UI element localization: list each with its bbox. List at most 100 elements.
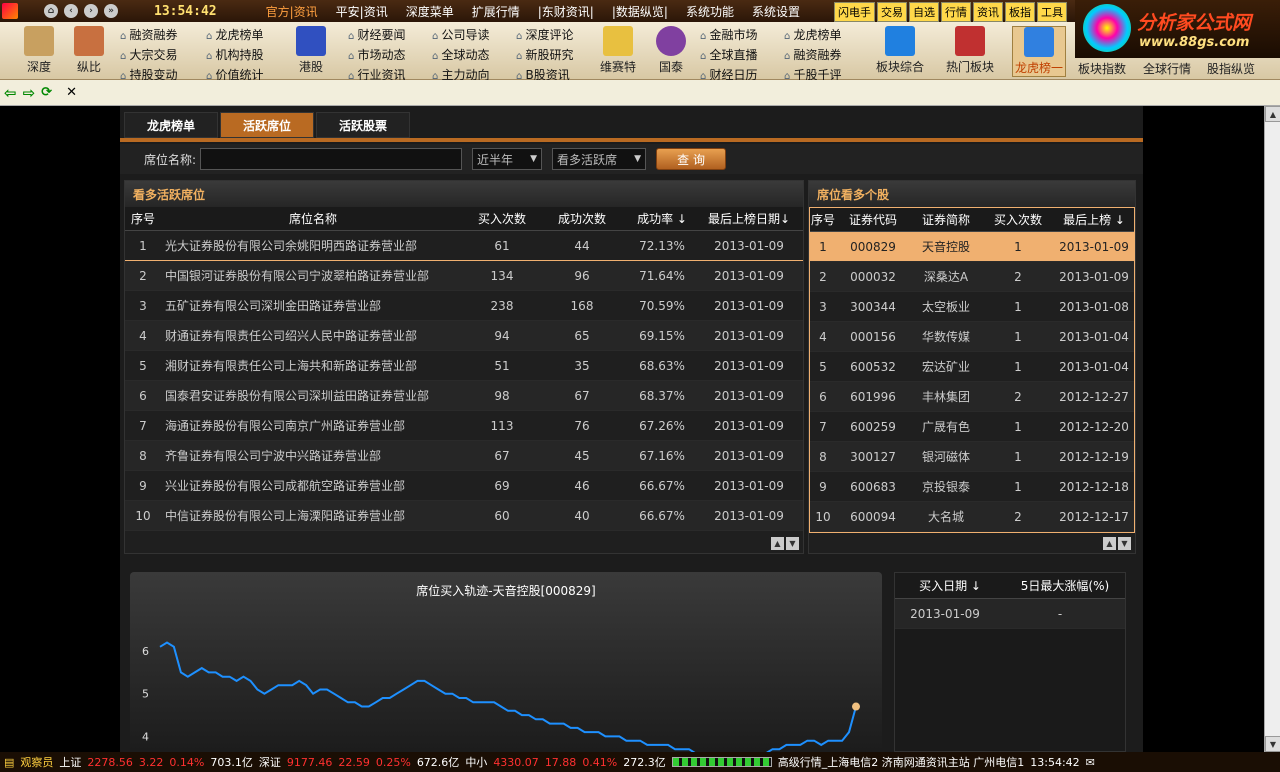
cell: 1 xyxy=(1014,299,1022,314)
cell: 9 xyxy=(819,479,827,494)
cell: 000032 xyxy=(850,269,896,284)
tool-vsat[interactable]: 维赛特 xyxy=(600,26,636,75)
scroll-up-icon[interactable]: ▲ xyxy=(771,537,784,550)
active-seats-header: 序号 席位名称 买入次数 成功次数 成功率 ↓ 最后上榜日期↓ xyxy=(125,207,803,231)
scroll-down-icon[interactable]: ▼ xyxy=(786,537,799,550)
seat-name-input[interactable] xyxy=(200,148,463,170)
menu-item[interactable]: 扩展行情 xyxy=(463,3,529,20)
status-time: 13:54:42 xyxy=(1030,755,1080,769)
zx-amount: 272.3亿 xyxy=(623,756,666,769)
period-select[interactable]: 近半年 xyxy=(472,148,543,170)
back-arrow-icon[interactable]: ⇦ xyxy=(4,84,17,102)
cell: 134 xyxy=(490,268,514,283)
buy-record-table: 买入日期 ↓ 5日最大涨幅(%) 2013-01-09 - xyxy=(894,572,1126,752)
table-row[interactable]: 6 601996 丰林集团 2 2012-12-27 xyxy=(810,382,1134,412)
quick-button[interactable]: 闪电手 xyxy=(834,2,875,22)
quick-button[interactable]: 工具 xyxy=(1037,2,1067,22)
last-point-marker[interactable] xyxy=(852,702,860,711)
tool-dragon-tiger[interactable]: 龙虎榜一 xyxy=(1012,26,1067,77)
depth-icon xyxy=(24,26,54,56)
scroll-down-icon[interactable]: ▼ xyxy=(1118,537,1131,550)
table-row[interactable]: 10 600094 大名城 2 2012-12-17 xyxy=(810,502,1134,532)
table-row[interactable]: 3 300344 太空板业 1 2013-01-08 xyxy=(810,292,1134,322)
menu-item[interactable]: 系统设置 xyxy=(743,3,809,20)
cell: 2013-01-09 xyxy=(714,298,784,313)
menu-item[interactable]: 平安|资讯 xyxy=(327,3,397,20)
table-row[interactable]: 7 600259 广晟有色 1 2012-12-20 xyxy=(810,412,1134,442)
quick-button[interactable]: 交易 xyxy=(877,2,907,22)
table-row[interactable]: 8 齐鲁证券有限公司宁波中兴路证券营业部 67 45 67.16% 2013-01-09 xyxy=(125,441,803,471)
close-icon[interactable]: ✕ xyxy=(66,85,77,100)
table-row[interactable]: 5 600532 宏达矿业 1 2013-01-04 xyxy=(810,352,1134,382)
app-icon[interactable] xyxy=(2,3,18,19)
filter-bar: 席位名称: 近半年 看多活跃席 查 询 xyxy=(120,144,1143,174)
tool-guotai[interactable]: 国泰 xyxy=(656,26,686,75)
observer-icon[interactable]: ▤ xyxy=(4,756,14,769)
table-row[interactable]: 7 海通证券股份有限公司南京广州路证券营业部 113 76 67.26% 2013-01-… xyxy=(125,411,803,441)
quick-button[interactable]: 资讯 xyxy=(973,2,1003,22)
tool-hk[interactable]: 港股 xyxy=(296,26,326,75)
tool-sector-general[interactable]: 板块综合 xyxy=(876,26,924,75)
mail-icon[interactable]: ✉ xyxy=(1086,756,1095,769)
home-icon[interactable]: ⌂ xyxy=(44,4,58,18)
cell: 2013-01-09 xyxy=(1059,269,1129,284)
table-row[interactable]: 9 600683 京投银泰 1 2012-12-18 xyxy=(810,472,1134,502)
table-row[interactable]: 2 000032 深桑达A 2 2013-01-09 xyxy=(810,262,1134,292)
mode-select[interactable]: 看多活跃席 xyxy=(552,148,647,170)
menu-item[interactable]: |东财资讯| xyxy=(529,3,603,20)
cell: 69.15% xyxy=(639,328,685,343)
tab-dragon-list[interactable]: 龙虎榜单 xyxy=(124,112,218,138)
quick-button[interactable]: 自选 xyxy=(909,2,939,22)
quick-button[interactable]: 行情 xyxy=(941,2,971,22)
table-row[interactable]: 8 300127 银河磁体 1 2012-12-19 xyxy=(810,442,1134,472)
tool-hot-sector[interactable]: 热门板块 xyxy=(946,26,994,75)
toolbar-list: 龙虎榜单机构持股价值统计 xyxy=(206,26,264,86)
scroll-down-icon[interactable]: ▼ xyxy=(1265,736,1280,752)
scroll-up-icon[interactable]: ▲ xyxy=(1265,106,1280,122)
market-meter xyxy=(671,757,772,767)
more-icon[interactable]: » xyxy=(104,4,118,18)
cell: 五矿证券有限公司深圳金田路证券营业部 xyxy=(165,299,382,313)
query-button[interactable]: 查 询 xyxy=(656,148,727,170)
toolbar-list: 公司导读全球动态主力动向 xyxy=(432,26,490,86)
tab-active-seats[interactable]: 活跃席位 xyxy=(220,112,314,138)
forward-arrow-icon[interactable]: ⇨ xyxy=(23,84,36,102)
main-area: 龙虎榜单 活跃席位 活跃股票 席位名称: 近半年 看多活跃席 查 询 看多活跃席… xyxy=(0,106,1264,752)
table-row[interactable]: 6 国泰君安证券股份有限公司深圳益田路证券营业部 98 67 68.37% 2013-01… xyxy=(125,381,803,411)
cell: 600259 xyxy=(850,419,896,434)
table-row[interactable]: 1 光大证券股份有限公司余姚阳明西路证券营业部 61 44 72.13% 2013-01-… xyxy=(125,231,803,261)
quick-button[interactable]: 板指 xyxy=(1005,2,1035,22)
table-row[interactable]: 1 000829 天音控股 1 2013-01-09 xyxy=(810,232,1134,262)
scroll-up-icon[interactable]: ▲ xyxy=(1103,537,1116,550)
table-row[interactable]: 9 兴业证券股份有限公司成都航空路证券营业部 69 46 66.67% 2013-01-0… xyxy=(125,471,803,501)
table-row[interactable]: 3 五矿证券有限公司深圳金田路证券营业部 238 168 70.59% 2013-01-0… xyxy=(125,291,803,321)
cell: 168 xyxy=(570,298,594,313)
server-info[interactable]: 高级行情_上海电信2 济南网通资讯主站 广州电信1 xyxy=(778,754,1025,770)
table-row[interactable]: 10 中信证券股份有限公司上海溧阳路证券营业部 60 40 66.67% 2013-01-… xyxy=(125,501,803,531)
tool-sector-index[interactable]: 板块指数 xyxy=(1078,60,1126,77)
forward-icon[interactable]: › xyxy=(84,4,98,18)
table-row[interactable]: 2 中国银河证券股份有限公司宁波翠柏路证券营业部 134 96 71.64% 2013-0… xyxy=(125,261,803,291)
cell: 35 xyxy=(574,358,590,373)
menu-item[interactable]: 系统功能 xyxy=(677,3,743,20)
tabs: 龙虎榜单 活跃席位 活跃股票 xyxy=(124,112,410,138)
tool-global[interactable]: 全球行情 xyxy=(1143,60,1191,77)
tab-active-stocks[interactable]: 活跃股票 xyxy=(316,112,410,138)
observer-label[interactable]: 观察员 xyxy=(20,754,53,770)
vertical-scrollbar[interactable]: ▲ ▼ xyxy=(1264,106,1280,752)
tool-compare[interactable]: 纵比 xyxy=(74,26,104,75)
refresh-icon[interactable]: ⟳ xyxy=(41,85,52,100)
tool-index-overview[interactable]: 股指纵览 xyxy=(1207,60,1255,77)
tab-underline xyxy=(120,138,1143,142)
table-row[interactable]: 5 湘财证券有限责任公司上海共和新路证券营业部 51 35 68.63% 2013-01-… xyxy=(125,351,803,381)
tool-depth[interactable]: 深度 xyxy=(24,26,54,75)
menu-item[interactable]: 官方|资讯 xyxy=(257,3,327,20)
menu-item[interactable]: 深度菜单 xyxy=(397,3,463,20)
cell: 齐鲁证券有限公司宁波中兴路证券营业部 xyxy=(165,449,382,463)
table-row[interactable]: 2013-01-09 - xyxy=(895,599,1125,629)
table-row[interactable]: 4 财通证券有限责任公司绍兴人民中路证券营业部 94 65 69.15% 2013-01-… xyxy=(125,321,803,351)
back-icon[interactable]: ‹ xyxy=(64,4,78,18)
cell: 9 xyxy=(139,478,147,493)
menu-item[interactable]: |数据纵览| xyxy=(603,3,677,20)
table-row[interactable]: 4 000156 华数传媒 1 2013-01-04 xyxy=(810,322,1134,352)
